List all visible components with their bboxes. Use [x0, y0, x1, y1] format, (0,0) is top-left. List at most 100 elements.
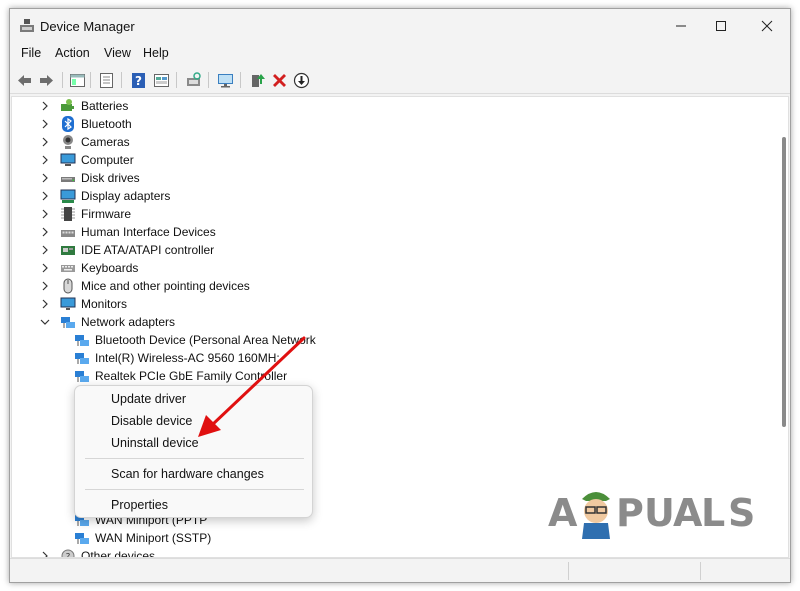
monitor-icon	[217, 73, 233, 87]
view-icon	[153, 73, 169, 87]
tree-item-bluetooth[interactable]: Bluetooth	[40, 115, 132, 133]
chevron-right-icon[interactable]	[40, 299, 50, 309]
display-adapter-icon	[60, 189, 76, 203]
tree-item-network-device[interactable]: WAN Miniport (SSTP)	[74, 529, 211, 547]
download-icon	[293, 72, 309, 88]
menu-item-properties[interactable]: Properties	[111, 498, 168, 512]
menu-separator	[85, 489, 304, 490]
update-driver-button[interactable]	[247, 70, 267, 90]
chevron-right-icon[interactable]	[40, 245, 50, 255]
other-devices-icon: ?	[61, 549, 75, 557]
tree-item-firmware[interactable]: Firmware	[40, 205, 131, 223]
tree-item-human-interface-devices[interactable]: Human Interface Devices	[40, 223, 216, 241]
vertical-scrollbar[interactable]	[782, 137, 786, 427]
mascot-icon	[582, 492, 610, 539]
monitor-button[interactable]	[215, 70, 235, 90]
menu-item-disable-device[interactable]: Disable device	[111, 414, 192, 428]
toolbar-separator	[121, 72, 122, 88]
help-button[interactable]: ?	[128, 70, 148, 90]
computer-icon	[60, 153, 76, 166]
update-driver-icon	[251, 73, 265, 87]
device-manager-app-icon	[20, 19, 34, 32]
chevron-down-icon[interactable]	[40, 317, 50, 327]
chevron-right-icon[interactable]	[40, 551, 50, 558]
camera-icon	[63, 135, 73, 149]
chevron-right-icon[interactable]	[40, 227, 50, 237]
tree-item-disk-drives[interactable]: Disk drives	[40, 169, 140, 187]
uninstall-device-button[interactable]	[269, 70, 289, 90]
scan-hardware-button[interactable]	[183, 70, 203, 90]
back-icon	[17, 74, 31, 86]
minimize-icon	[676, 25, 686, 27]
tree-item-mice[interactable]: Mice and other pointing devices	[40, 277, 250, 295]
tree-item-ide-ata-atapi-controller[interactable]: IDE ATA/ATAPI controller	[40, 241, 214, 259]
menu-view[interactable]: View	[104, 46, 131, 60]
chevron-right-icon[interactable]	[40, 173, 50, 183]
menu-item-uninstall-device[interactable]: Uninstall device	[111, 436, 199, 450]
status-cell	[700, 562, 790, 580]
menu-bar: File Action View Help	[10, 43, 790, 65]
disable-device-button[interactable]	[291, 70, 311, 90]
firmware-icon	[61, 207, 75, 221]
maximize-icon	[716, 21, 726, 31]
tree-item-network-device[interactable]: Intel(R) Wireless-AC 9560 160MH:	[74, 349, 280, 367]
context-menu: Update driver Disable device Uninstall d…	[74, 385, 313, 518]
list-button[interactable]	[96, 70, 116, 90]
network-adapter-icon	[61, 317, 75, 328]
chevron-right-icon[interactable]	[40, 281, 50, 291]
tree-item-monitors[interactable]: Monitors	[40, 295, 127, 313]
toolbar: ?	[10, 66, 790, 94]
window-title: Device Manager	[40, 19, 135, 34]
battery-icon	[61, 99, 74, 111]
tree-item-cameras[interactable]: Cameras	[40, 133, 130, 151]
toolbar-separator	[240, 72, 241, 88]
monitor-icon	[60, 297, 76, 310]
tree-item-network-device[interactable]: Realtek PCIe GbE Family Controller	[74, 367, 287, 385]
network-adapter-icon	[75, 533, 89, 544]
title-bar: Device Manager	[10, 9, 790, 43]
chevron-right-icon[interactable]	[40, 191, 50, 201]
chevron-right-icon[interactable]	[40, 119, 50, 129]
tree-item-other-devices[interactable]: ? Other devices	[40, 547, 155, 558]
tree-item-batteries[interactable]: Batteries	[40, 97, 128, 115]
menu-action[interactable]: Action	[55, 46, 90, 60]
tree-item-display-adapters[interactable]: Display adapters	[40, 187, 170, 205]
menu-item-scan-hardware[interactable]: Scan for hardware changes	[111, 467, 264, 481]
toolbar-separator	[90, 72, 91, 88]
chevron-right-icon[interactable]	[40, 101, 50, 111]
tree-item-network-adapters[interactable]: Network adapters	[40, 313, 175, 331]
ide-controller-icon	[61, 246, 75, 255]
forward-button[interactable]	[36, 70, 56, 90]
chevron-right-icon[interactable]	[40, 263, 50, 273]
maximize-button[interactable]	[698, 9, 744, 43]
network-adapter-icon	[75, 335, 89, 346]
forward-icon	[39, 74, 53, 86]
tree-item-keyboards[interactable]: Keyboards	[40, 259, 138, 277]
menu-file[interactable]: File	[21, 46, 41, 60]
uninstall-icon	[272, 73, 286, 87]
properties-pane-icon	[69, 73, 85, 87]
menu-help[interactable]: Help	[143, 46, 169, 60]
chevron-right-icon[interactable]	[40, 137, 50, 147]
status-bar	[10, 558, 790, 582]
status-cell	[568, 562, 700, 580]
list-icon	[99, 72, 113, 88]
toolbar-separator	[176, 72, 177, 88]
mouse-icon	[63, 278, 73, 294]
back-button[interactable]	[14, 70, 34, 90]
close-button[interactable]	[744, 9, 790, 43]
chevron-right-icon[interactable]	[40, 209, 50, 219]
view-button[interactable]	[151, 70, 171, 90]
menu-item-update-driver[interactable]: Update driver	[111, 392, 186, 406]
tree-item-network-device[interactable]: Bluetooth Device (Personal Area Network	[74, 331, 316, 349]
network-adapter-icon	[75, 371, 89, 382]
chevron-right-icon[interactable]	[40, 155, 50, 165]
hid-icon	[61, 230, 75, 237]
menu-separator	[85, 458, 304, 459]
toolbar-separator	[208, 72, 209, 88]
tree-item-computer[interactable]: Computer	[40, 151, 134, 169]
show-hide-console-tree-button[interactable]	[67, 70, 87, 90]
disk-drive-icon	[61, 177, 75, 182]
svg-text:?: ?	[135, 74, 142, 88]
help-icon: ?	[131, 72, 145, 88]
